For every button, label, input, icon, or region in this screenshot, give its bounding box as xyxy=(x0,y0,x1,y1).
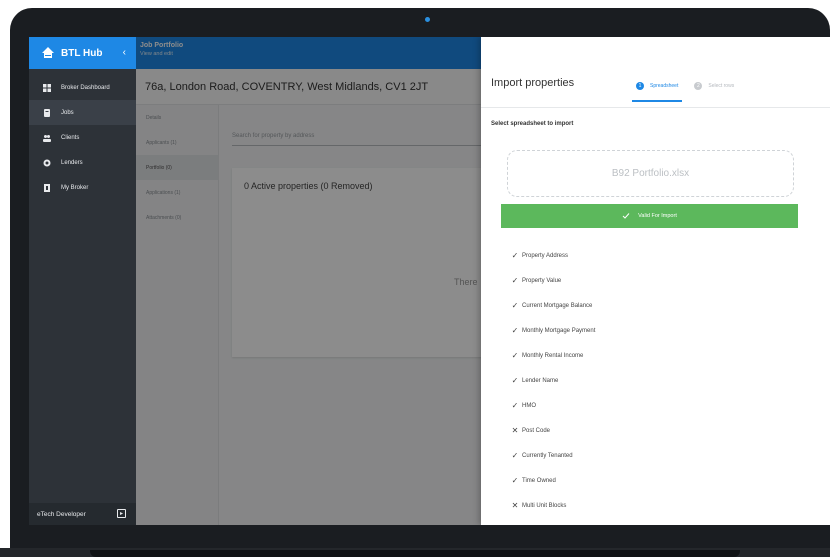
field-mapping-list: ✓ Property Address ✓ Property Value ✓ Curre… xyxy=(510,243,596,518)
list-item: ✓ Property Value xyxy=(510,268,595,293)
step-number: 1 xyxy=(636,82,644,90)
jobs-icon xyxy=(43,108,51,117)
step-number: 2 xyxy=(694,82,703,90)
field-label: Property Value xyxy=(522,277,562,284)
check-icon xyxy=(622,213,630,219)
sidebar-item-label: Clients xyxy=(61,134,80,141)
list-item: ✓ Currently Tenanted xyxy=(510,443,595,468)
field-label: Multi Unit Blocks xyxy=(522,502,567,509)
modal-backdrop[interactable] xyxy=(136,69,481,525)
import-stepper: 1 Spreadsheet 2 Select rows xyxy=(631,82,750,102)
sidebar: BTL Hub ‹ Broker Dashboard Jobs Clients … xyxy=(29,37,136,525)
laptop-frame: BTL Hub ‹ Broker Dashboard Jobs Clients … xyxy=(0,0,830,557)
camera-dot xyxy=(425,17,430,22)
check-icon: ✓ xyxy=(511,251,519,260)
step-spreadsheet[interactable]: 1 Spreadsheet xyxy=(631,82,683,102)
validation-status-text: Valid For Import xyxy=(638,213,677,219)
field-label: Post Code xyxy=(522,427,551,434)
my-broker-icon xyxy=(43,183,51,192)
validation-status-bar: Valid For Import xyxy=(501,204,798,228)
field-label: Property Address xyxy=(522,252,569,259)
field-label: Monthly Rental Income xyxy=(522,352,584,359)
section-title: Select spreadsheet to import xyxy=(491,121,574,127)
panel-title: Import properties xyxy=(491,77,575,89)
brand-name: BTL Hub xyxy=(61,47,103,59)
current-user-name: eTech Developer xyxy=(37,510,86,518)
check-icon: ✓ xyxy=(511,351,519,360)
import-properties-panel: Import properties 1 Spreadsheet 2 Select… xyxy=(481,37,830,525)
check-icon: ✓ xyxy=(511,451,519,460)
list-item: ✓ Monthly Rental Income xyxy=(510,343,595,368)
list-item: ✕ Post Code xyxy=(510,418,595,443)
file-drop-zone[interactable]: B92 Portfolio.xlsx xyxy=(507,150,794,197)
list-item: ✓ Time Owned xyxy=(510,468,595,493)
list-item: ✕ Multi Unit Blocks xyxy=(510,493,595,518)
check-icon: ✓ xyxy=(511,401,519,410)
check-icon: ✓ xyxy=(511,276,519,285)
brand-logo-icon xyxy=(42,47,54,58)
field-label: Monthly Mortgage Payment xyxy=(522,327,596,334)
selected-file-name: B92 Portfolio.xlsx xyxy=(611,168,690,179)
sidebar-item-lenders[interactable]: Lenders xyxy=(29,150,136,175)
modal-backdrop-top[interactable] xyxy=(136,37,481,69)
cross-icon: ✕ xyxy=(511,501,519,510)
sidebar-item-label: Jobs xyxy=(61,109,74,116)
check-icon: ✓ xyxy=(511,326,519,335)
list-item: ✓ HMO xyxy=(510,393,595,418)
sidebar-nav: Broker Dashboard Jobs Clients Lenders My… xyxy=(29,75,136,200)
cross-icon: ✕ xyxy=(511,426,519,435)
check-icon: ✓ xyxy=(511,301,519,310)
app-screen: BTL Hub ‹ Broker Dashboard Jobs Clients … xyxy=(29,37,830,525)
sidebar-item-my-broker[interactable]: My Broker xyxy=(29,175,136,200)
sidebar-item-broker-dashboard[interactable]: Broker Dashboard xyxy=(29,75,136,100)
sidebar-item-label: My Broker xyxy=(61,184,89,191)
sidebar-item-jobs[interactable]: Jobs xyxy=(29,100,136,125)
sidebar-footer: eTech Developer ▸ xyxy=(29,503,136,525)
field-label: Current Mortgage Balance xyxy=(522,302,593,309)
brand-header: BTL Hub ‹ xyxy=(29,37,136,69)
sidebar-item-label: Lenders xyxy=(61,159,83,166)
laptop-base xyxy=(90,550,740,557)
sidebar-item-clients[interactable]: Clients xyxy=(29,125,136,150)
list-item: ✓ Current Mortgage Balance xyxy=(510,293,595,318)
step-select-rows[interactable]: 2 Select rows xyxy=(694,82,734,96)
check-icon: ✓ xyxy=(511,376,519,385)
step-label: Spreadsheet xyxy=(650,83,679,89)
clients-icon xyxy=(43,134,51,142)
field-label: HMO xyxy=(522,402,536,409)
step-label: Select rows xyxy=(708,83,735,89)
sidebar-collapse-button[interactable]: ‹ xyxy=(123,47,126,58)
field-label: Currently Tenanted xyxy=(522,452,573,459)
list-item: ✓ Monthly Mortgage Payment xyxy=(510,318,596,343)
check-icon: ✓ xyxy=(511,476,519,485)
field-label: Time Owned xyxy=(522,477,556,484)
list-item: ✓ Lender Name xyxy=(510,368,595,393)
lenders-icon xyxy=(43,159,51,167)
user-menu-button[interactable]: ▸ xyxy=(117,509,126,518)
list-item: ✓ Property Address xyxy=(510,243,595,268)
dashboard-icon xyxy=(43,83,51,92)
field-label: Lender Name xyxy=(522,377,559,384)
sidebar-item-label: Broker Dashboard xyxy=(61,84,110,91)
panel-divider xyxy=(481,107,830,108)
